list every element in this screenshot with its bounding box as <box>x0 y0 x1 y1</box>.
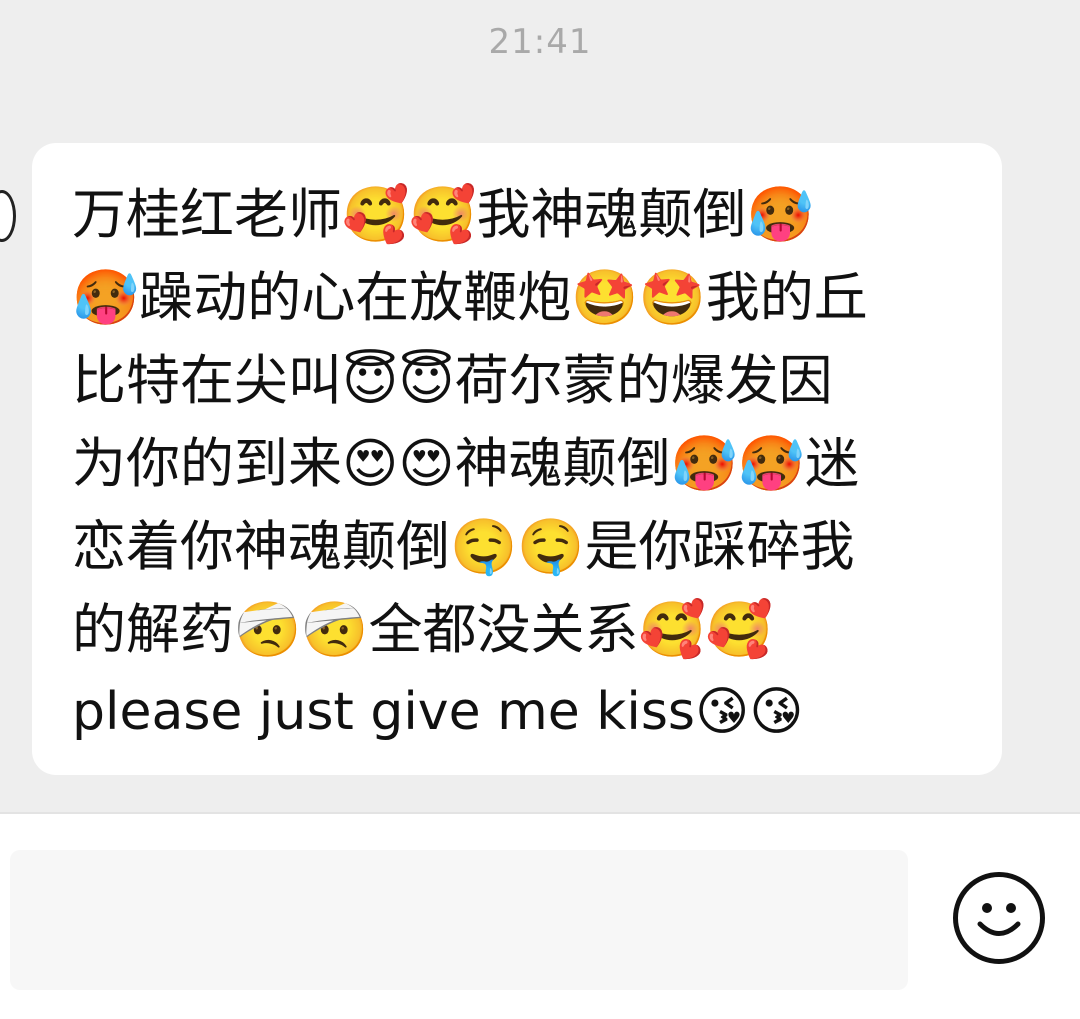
message-line-3: 比特在尖叫😇😇荷尔蒙的爆发因 <box>72 349 833 412</box>
message-line-7: please just give me kiss😘😘 <box>72 682 804 742</box>
message-timestamp: 21:41 <box>488 22 592 62</box>
message-line-4: 为你的到来😍😍神魂颠倒🥵🥵迷 <box>72 432 860 495</box>
message-line-1: 万桂红老师🥰🥰我神魂颠倒🥵 <box>72 183 814 246</box>
emoji-button[interactable] <box>953 872 1045 964</box>
message-bubble[interactable]: 万桂红老师🥰🥰我神魂颠倒🥵 🥵躁动的心在放鞭炮🤩🤩我的丘 比特在尖叫😇😇荷尔蒙的… <box>32 143 1002 775</box>
message-line-6: 的解药🤕🤕全都没关系🥰🥰 <box>72 598 773 661</box>
smiley-face-icon <box>977 903 1021 936</box>
chat-area: 21:41 万桂红老师🥰🥰我神魂颠倒🥵 🥵躁动的心在放鞭炮🤩🤩我的丘 比特在尖叫… <box>0 0 1080 812</box>
message-line-5: 恋着你神魂颠倒🤤🤤是你踩碎我 <box>72 515 855 578</box>
message-input[interactable] <box>10 850 908 990</box>
input-bar <box>0 812 1080 1019</box>
avatar[interactable] <box>0 190 16 242</box>
message-line-2: 🥵躁动的心在放鞭炮🤩🤩我的丘 <box>72 266 868 329</box>
